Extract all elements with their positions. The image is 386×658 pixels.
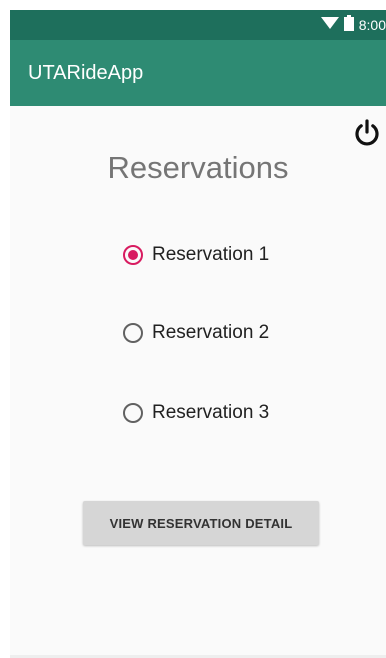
app-title: UTARideApp [28, 62, 144, 84]
reservation-option-2-label: Reservation 2 [152, 322, 270, 343]
radio-button-2[interactable] [123, 323, 143, 343]
app-bar: UTARideApp [10, 40, 386, 106]
app-screen: 8:00 UTARideApp Reservations Reservation… [10, 10, 386, 658]
reservation-option-3-label: Reservation 3 [152, 402, 270, 423]
reservation-option-1[interactable]: Reservation 1 [123, 240, 269, 270]
status-time: 8:00 [358, 17, 386, 33]
battery-icon [343, 14, 354, 36]
radio-button-3[interactable] [123, 403, 143, 423]
reservation-option-2[interactable]: Reservation 2 [123, 318, 269, 348]
radio-button-1[interactable] [123, 245, 143, 265]
status-bar: 8:00 [10, 10, 386, 40]
power-icon [352, 118, 382, 153]
status-icons: 8:00 [320, 14, 386, 36]
wifi-icon [320, 16, 339, 35]
view-reservation-detail-button[interactable]: VIEW RESERVATION DETAIL [83, 501, 319, 545]
reservation-option-1-label: Reservation 1 [152, 244, 270, 265]
page-title: Reservations [107, 150, 289, 185]
power-button[interactable] [350, 118, 384, 152]
reservation-option-3[interactable]: Reservation 3 [123, 398, 269, 428]
